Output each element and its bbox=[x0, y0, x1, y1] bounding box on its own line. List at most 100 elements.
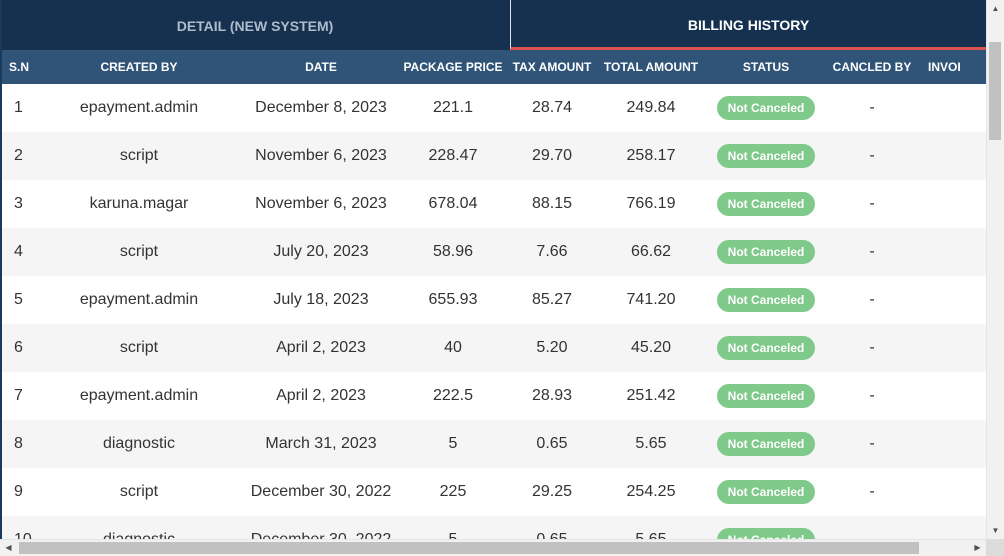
column-header-created-by[interactable]: CREATED BY bbox=[38, 50, 240, 84]
tab-detail-new-system[interactable]: DETAIL (NEW SYSTEM) bbox=[0, 0, 510, 50]
cell-total-amount: 254.25 bbox=[600, 468, 702, 516]
cell-package-price: 58.96 bbox=[402, 228, 504, 276]
cell-status: Not Canceled bbox=[702, 276, 830, 324]
cell-created-by: script bbox=[38, 468, 240, 516]
cell-canceled-by: - bbox=[830, 468, 914, 516]
scroll-left-arrow-icon[interactable]: ◀ bbox=[0, 540, 17, 556]
cell-canceled-by: - bbox=[830, 372, 914, 420]
scroll-down-arrow-icon[interactable]: ▼ bbox=[987, 522, 1004, 539]
cell-invoice bbox=[914, 372, 986, 420]
cell-created-by: karuna.magar bbox=[38, 180, 240, 228]
status-badge: Not Canceled bbox=[716, 192, 816, 216]
cell-status: Not Canceled bbox=[702, 180, 830, 228]
cell-total-amount: 251.42 bbox=[600, 372, 702, 420]
cell-total-amount: 66.62 bbox=[600, 228, 702, 276]
cell-date: July 20, 2023 bbox=[240, 228, 402, 276]
cell-invoice bbox=[914, 516, 986, 539]
cell-created-by: diagnostic bbox=[38, 420, 240, 468]
cell-created-by: script bbox=[38, 228, 240, 276]
cell-status: Not Canceled bbox=[702, 228, 830, 276]
cell-invoice bbox=[914, 276, 986, 324]
cell-sn: 9 bbox=[0, 468, 38, 516]
cell-total-amount: 258.17 bbox=[600, 132, 702, 180]
cell-date: December 30, 2022 bbox=[240, 516, 402, 539]
cell-status: Not Canceled bbox=[702, 372, 830, 420]
table-row: 10 diagnostic December 30, 2022 5 0.65 5… bbox=[0, 516, 986, 539]
cell-canceled-by: - bbox=[830, 324, 914, 372]
scroll-right-arrow-icon[interactable]: ▶ bbox=[969, 540, 986, 556]
cell-canceled-by: - bbox=[830, 132, 914, 180]
column-header-sn[interactable]: S.N bbox=[0, 50, 38, 84]
table-row: 4 script July 20, 2023 58.96 7.66 66.62 … bbox=[0, 228, 986, 276]
cell-sn: 5 bbox=[0, 276, 38, 324]
status-badge: Not Canceled bbox=[716, 384, 816, 408]
status-badge: Not Canceled bbox=[716, 144, 816, 168]
column-header-status[interactable]: STATUS bbox=[702, 50, 830, 84]
scroll-up-arrow-icon[interactable]: ▲ bbox=[987, 0, 1004, 17]
cell-canceled-by: - bbox=[830, 516, 914, 539]
status-badge: Not Canceled bbox=[716, 432, 816, 456]
table-header-row: S.N CREATED BY DATE PACKAGE PRICE TAX AM… bbox=[0, 50, 986, 84]
status-badge: Not Canceled bbox=[716, 336, 816, 360]
cell-sn: 7 bbox=[0, 372, 38, 420]
cell-package-price: 225 bbox=[402, 468, 504, 516]
billing-history-table: S.N CREATED BY DATE PACKAGE PRICE TAX AM… bbox=[0, 50, 986, 539]
cell-package-price: 678.04 bbox=[402, 180, 504, 228]
cell-date: July 18, 2023 bbox=[240, 276, 402, 324]
scrollbar-corner bbox=[986, 539, 1004, 556]
cell-tax-amount: 7.66 bbox=[504, 228, 600, 276]
cell-tax-amount: 28.74 bbox=[504, 84, 600, 132]
status-badge: Not Canceled bbox=[716, 96, 816, 120]
cell-date: December 8, 2023 bbox=[240, 84, 402, 132]
cell-sn: 8 bbox=[0, 420, 38, 468]
cell-tax-amount: 5.20 bbox=[504, 324, 600, 372]
cell-created-by: script bbox=[38, 324, 240, 372]
cell-invoice bbox=[914, 180, 986, 228]
cell-date: March 31, 2023 bbox=[240, 420, 402, 468]
cell-package-price: 221.1 bbox=[402, 84, 504, 132]
cell-date: April 2, 2023 bbox=[240, 324, 402, 372]
status-badge: Not Canceled bbox=[716, 240, 816, 264]
cell-canceled-by: - bbox=[830, 276, 914, 324]
cell-created-by: epayment.admin bbox=[38, 84, 240, 132]
cell-tax-amount: 85.27 bbox=[504, 276, 600, 324]
column-header-total-amount[interactable]: TOTAL AMOUNT bbox=[600, 50, 702, 84]
column-header-invoice[interactable]: INVOI bbox=[914, 50, 986, 84]
cell-status: Not Canceled bbox=[702, 324, 830, 372]
cell-date: November 6, 2023 bbox=[240, 180, 402, 228]
status-badge: Not Canceled bbox=[716, 480, 816, 504]
cell-invoice bbox=[914, 468, 986, 516]
column-header-date[interactable]: DATE bbox=[240, 50, 402, 84]
horizontal-scrollbar[interactable]: ◀ ▶ bbox=[0, 539, 986, 556]
billing-history-panel: DETAIL (NEW SYSTEM) BILLING HISTORY S.N … bbox=[0, 0, 986, 539]
vertical-scrollbar[interactable]: ▲ ▼ bbox=[986, 0, 1004, 539]
status-badge: Not Canceled bbox=[716, 528, 816, 539]
status-badge: Not Canceled bbox=[716, 288, 816, 312]
cell-invoice bbox=[914, 324, 986, 372]
vertical-scroll-thumb[interactable] bbox=[989, 42, 1001, 140]
cell-canceled-by: - bbox=[830, 180, 914, 228]
cell-package-price: 228.47 bbox=[402, 132, 504, 180]
table-row: 6 script April 2, 2023 40 5.20 45.20 Not… bbox=[0, 324, 986, 372]
table-row: 8 diagnostic March 31, 2023 5 0.65 5.65 … bbox=[0, 420, 986, 468]
cell-created-by: diagnostic bbox=[38, 516, 240, 539]
tab-billing-history[interactable]: BILLING HISTORY bbox=[510, 0, 986, 50]
cell-invoice bbox=[914, 132, 986, 180]
cell-total-amount: 5.65 bbox=[600, 420, 702, 468]
cell-canceled-by: - bbox=[830, 228, 914, 276]
column-header-tax-amount[interactable]: TAX AMOUNT bbox=[504, 50, 600, 84]
cell-sn: 3 bbox=[0, 180, 38, 228]
table-row: 9 script December 30, 2022 225 29.25 254… bbox=[0, 468, 986, 516]
column-header-canceled-by[interactable]: CANCLED BY bbox=[830, 50, 914, 84]
cell-created-by: epayment.admin bbox=[38, 276, 240, 324]
tab-bar: DETAIL (NEW SYSTEM) BILLING HISTORY bbox=[0, 0, 986, 50]
cell-tax-amount: 29.25 bbox=[504, 468, 600, 516]
table-row: 2 script November 6, 2023 228.47 29.70 2… bbox=[0, 132, 986, 180]
cell-sn: 2 bbox=[0, 132, 38, 180]
horizontal-scroll-thumb[interactable] bbox=[19, 542, 919, 554]
cell-invoice bbox=[914, 420, 986, 468]
cell-tax-amount: 88.15 bbox=[504, 180, 600, 228]
cell-invoice bbox=[914, 228, 986, 276]
column-header-package-price[interactable]: PACKAGE PRICE bbox=[402, 50, 504, 84]
cell-canceled-by: - bbox=[830, 420, 914, 468]
